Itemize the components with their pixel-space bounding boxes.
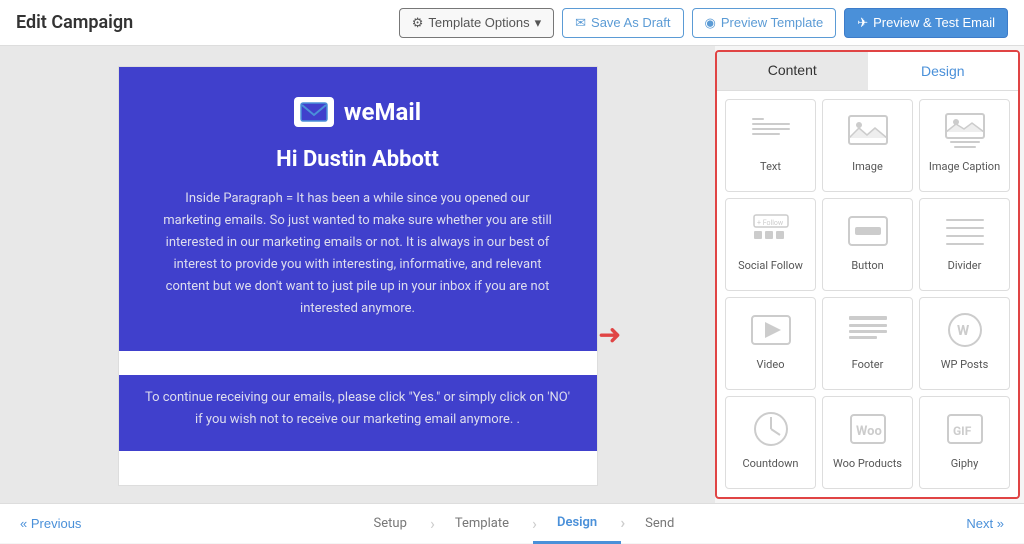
email-cta-section: To continue receiving our emails, please… [119, 375, 597, 451]
header-actions: ⚙ Template Options ▾ ✉ Save As Draft ◉ P… [399, 8, 1008, 38]
woo-products-icon: Woo [838, 405, 898, 453]
step-design[interactable]: Design [533, 504, 621, 544]
header: Edit Campaign ⚙ Template Options ▾ ✉ Sav… [0, 0, 1024, 46]
divider-block-label: Divider [948, 259, 982, 272]
step-template[interactable]: Template [431, 504, 533, 544]
divider-icon [935, 207, 995, 255]
wp-posts-icon: W [935, 306, 995, 354]
step-send[interactable]: Send [621, 504, 698, 544]
tab-content[interactable]: Content [717, 52, 868, 90]
text-block-label: Text [760, 160, 781, 173]
panel-tabs: Content Design [717, 52, 1018, 91]
brand-name: weMail [344, 98, 421, 126]
footer-block-label: Footer [852, 358, 884, 371]
svg-text:W: W [957, 323, 970, 339]
image-icon [838, 108, 898, 156]
eye-icon: ◉ [705, 15, 716, 31]
image-caption-block-label: Image Caption [929, 160, 1000, 173]
email-preview: weMail Hi Dustin Abbott Inside Paragraph… [118, 66, 598, 486]
main-content: ➜ weMail Hi Dustin Abbott Inside Paragra… [0, 46, 1024, 503]
breadcrumb-steps: Setup Template Design Send [101, 504, 946, 544]
step-setup[interactable]: Setup [350, 504, 431, 544]
content-block-button[interactable]: Button [822, 198, 913, 291]
content-block-footer[interactable]: Footer [822, 297, 913, 390]
video-icon [741, 306, 801, 354]
arrow-indicator: ➜ [598, 318, 621, 351]
image-block-label: Image [852, 160, 883, 173]
email-hero-section: weMail Hi Dustin Abbott Inside Paragraph… [119, 67, 597, 351]
giphy-block-label: Giphy [951, 457, 979, 470]
wemail-logo-icon [294, 97, 334, 127]
preview-test-email-button[interactable]: ✈ Preview & Test Email [844, 8, 1008, 38]
svg-text:+ Follow: + Follow [757, 219, 784, 227]
save-icon: ✉ [575, 15, 586, 31]
tab-design[interactable]: Design [868, 52, 1019, 90]
svg-text:GIF: GIF [953, 424, 972, 438]
content-block-wp-posts[interactable]: W WP Posts [919, 297, 1010, 390]
content-block-giphy[interactable]: GIF Giphy [919, 396, 1010, 489]
footer-nav: « Previous Setup Template Design Send Ne… [0, 503, 1024, 543]
content-block-divider[interactable]: Divider [919, 198, 1010, 291]
next-button[interactable]: Next » [946, 504, 1024, 543]
svg-text:Woo: Woo [856, 424, 882, 439]
countdown-icon [741, 405, 801, 453]
send-icon: ✈ [857, 15, 868, 31]
content-block-image[interactable]: Image [822, 99, 913, 192]
email-preview-area: ➜ weMail Hi Dustin Abbott Inside Paragra… [0, 46, 715, 503]
button-icon [838, 207, 898, 255]
image-caption-icon [935, 108, 995, 156]
giphy-icon: GIF [935, 405, 995, 453]
gear-icon: ⚙ [412, 15, 424, 31]
email-cta-text: To continue receiving our emails, please… [143, 387, 573, 431]
social-follow-block-label: Social Follow [738, 259, 803, 272]
preview-template-button[interactable]: ◉ Preview Template [692, 8, 837, 38]
content-block-woo-products[interactable]: Woo Woo Products [822, 396, 913, 489]
content-block-text[interactable]: Text [725, 99, 816, 192]
footer-icon [838, 306, 898, 354]
content-block-video[interactable]: Video [725, 297, 816, 390]
video-block-label: Video [757, 358, 785, 371]
woo-products-block-label: Woo Products [833, 457, 902, 470]
content-blocks-grid: Text Image [717, 91, 1018, 497]
chevron-down-icon: ▾ [535, 15, 542, 31]
content-block-social-follow[interactable]: + Follow Social Follow [725, 198, 816, 291]
page-title: Edit Campaign [16, 12, 133, 33]
text-icon [741, 108, 801, 156]
content-block-countdown[interactable]: Countdown [725, 396, 816, 489]
content-block-image-caption[interactable]: Image Caption [919, 99, 1010, 192]
email-logo: weMail [159, 97, 557, 127]
email-paragraph: Inside Paragraph = It has been a while s… [159, 188, 557, 321]
prev-button[interactable]: « Previous [0, 504, 101, 543]
social-follow-icon: + Follow [741, 207, 801, 255]
wp-posts-block-label: WP Posts [941, 358, 989, 371]
email-greeting: Hi Dustin Abbott [159, 147, 557, 172]
right-panel: Content Design Text [715, 50, 1020, 499]
template-options-button[interactable]: ⚙ Template Options ▾ [399, 8, 554, 38]
save-as-draft-button[interactable]: ✉ Save As Draft [562, 8, 683, 38]
button-block-label: Button [851, 259, 883, 272]
countdown-block-label: Countdown [743, 457, 799, 470]
